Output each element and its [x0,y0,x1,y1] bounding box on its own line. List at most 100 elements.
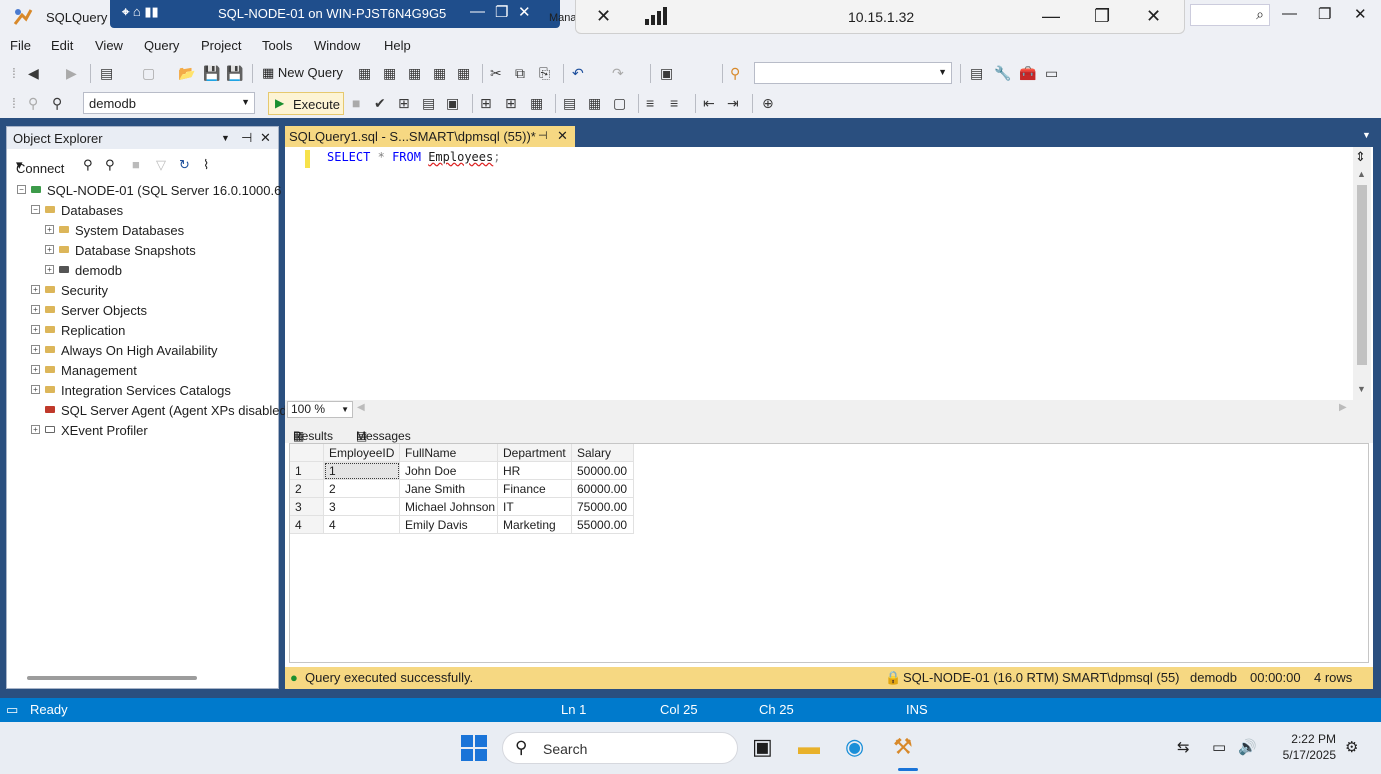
disconnect-icon[interactable]: ⚲ [105,157,115,173]
back-icon[interactable]: ◀ [28,65,39,82]
results-grid[interactable]: EmployeeID FullName Department Salary 1 1 John… [289,443,1369,663]
menu-file[interactable]: File [10,38,31,53]
pin-icon[interactable]: ⌖ ⌂ ▮▮ [122,4,159,20]
cancel-query-icon[interactable]: ■ [352,95,360,111]
taskbar-search[interactable]: ⚲ Search [502,732,738,764]
estimated-plan-icon[interactable]: ⊞ [398,95,410,112]
database-selector[interactable]: demodb ▼ [83,92,255,114]
grid-cell[interactable]: Emily Davis [400,516,498,534]
signal-strength-icon[interactable] [644,6,670,31]
grid-cell[interactable]: 4 [324,516,400,534]
query-editor-tab[interactable]: SQLQuery1.sql - S...SMART\dpmsql (55))* … [285,126,575,147]
database-engine-query-icon[interactable]: ▦ [358,65,371,82]
grid-cell[interactable]: HR [498,462,572,480]
menu-edit[interactable]: Edit [51,38,73,53]
uncomment-icon[interactable]: ≡ [670,95,678,111]
grid-cell[interactable]: 60000.00 [572,480,634,498]
sql-code-line[interactable]: SELECT * FROM Employees; [327,150,500,164]
command-window-icon[interactable]: ▭ [1045,65,1058,82]
xmla-query-icon[interactable]: ▦ [433,65,446,82]
scroll-up-icon[interactable]: ▲ [1357,169,1366,179]
horizontal-scrollbar[interactable] [27,676,197,680]
expand-icon[interactable]: + [31,365,40,374]
grid-cell[interactable]: Marketing [498,516,572,534]
expand-icon[interactable]: + [45,225,54,234]
grid-corner[interactable] [290,444,324,462]
close-icon[interactable]: ✕ [1354,5,1367,23]
system-clock[interactable]: 2:22 PM 5/17/2025 [1272,731,1336,763]
grid-cell[interactable]: 1 [324,462,400,480]
ssms-taskbar-icon[interactable]: ⚒ [893,734,913,760]
grid-cell[interactable]: Finance [498,480,572,498]
add-item-icon[interactable]: ▢ [142,65,155,82]
expand-icon[interactable]: + [45,245,54,254]
expand-icon[interactable]: + [31,305,40,314]
network-tray-icon[interactable]: ⇆ [1177,738,1190,756]
scroll-right-icon[interactable]: ▶ [1339,402,1347,413]
find-icon[interactable]: ⚲ [730,65,740,82]
column-header[interactable]: EmployeeID [324,444,400,462]
results-to-file-icon[interactable]: ▢ [613,95,626,112]
save-icon[interactable]: 💾 [203,65,220,82]
notifications-icon[interactable]: ⚙ [1345,738,1358,756]
dax-query-icon[interactable]: ▦ [457,65,470,82]
decrease-indent-icon[interactable]: ⇤ [703,95,715,112]
menu-project[interactable]: Project [201,38,241,53]
refresh-icon[interactable]: ↻ [179,157,190,173]
expand-icon[interactable]: + [45,265,54,274]
collapse-icon[interactable]: − [31,205,40,214]
scroll-down-icon[interactable]: ▼ [1357,384,1366,394]
open-file-icon[interactable]: 📂 [178,65,195,82]
menu-query[interactable]: Query [144,38,179,53]
find-dropdown[interactable]: ▼ [754,62,952,84]
new-project-icon[interactable]: ▤ [100,65,113,82]
pin-panel-icon[interactable]: ⊣ [241,130,252,146]
redo-icon[interactable]: ↷ [612,65,624,82]
grid-cell[interactable]: 2 [324,480,400,498]
close-panel-icon[interactable]: ✕ [260,130,271,146]
expand-icon[interactable]: + [31,285,40,294]
scroll-left-icon[interactable]: ◀ [357,402,365,413]
client-statistics-icon[interactable]: ▦ [530,95,543,112]
activity-monitor-icon[interactable]: ▣ [660,65,673,82]
row-number[interactable]: 4 [290,516,324,534]
menu-help[interactable]: Help [384,38,411,53]
grid-cell[interactable]: John Doe [400,462,498,480]
column-header[interactable]: Salary [572,444,634,462]
grid-cell[interactable]: 55000.00 [572,516,634,534]
display-icon[interactable]: ▭ [1212,738,1226,756]
restore-icon[interactable]: ❐ [1318,5,1331,23]
minimize-icon[interactable]: — [1282,5,1297,22]
mdx-query-icon[interactable]: ▦ [383,65,396,82]
copy-icon[interactable]: ⧉ [515,65,525,82]
edge-icon[interactable]: ◉ [845,734,864,760]
forward-icon[interactable]: ▶ [66,65,77,82]
expand-icon[interactable]: + [31,325,40,334]
close-tab-icon[interactable]: ✕ [557,128,568,144]
rdp-minimize-icon[interactable]: — [470,3,485,20]
editor-vertical-scrollbar[interactable]: ⇕ ▲ ▼ [1353,147,1371,400]
expand-icon[interactable]: + [31,425,40,434]
tab-list-icon[interactable]: ▼ [1362,130,1371,140]
connect-icon[interactable]: ⚲ [28,95,38,112]
menu-window[interactable]: Window [314,38,360,53]
column-header[interactable]: Department [498,444,572,462]
volume-icon[interactable]: 🔊 [1238,738,1257,756]
dmx-query-icon[interactable]: ▦ [408,65,421,82]
parse-icon[interactable]: ✔ [374,95,386,112]
menu-tools[interactable]: Tools [262,38,292,53]
collapse-icon[interactable]: − [17,185,26,194]
grid-cell[interactable]: Michael Johnson [400,498,498,516]
column-header[interactable]: FullName [400,444,498,462]
new-query-button[interactable]: ▦ New Query [262,65,343,81]
row-number[interactable]: 1 [290,462,324,480]
properties-icon[interactable]: 🔧 [994,65,1011,82]
include-actual-plan-icon[interactable]: ⊞ [480,95,492,112]
comment-icon[interactable]: ≡ [646,95,654,111]
row-number[interactable]: 2 [290,480,324,498]
scroll-thumb[interactable] [1357,185,1367,365]
intellisense-icon[interactable]: ▣ [446,95,459,112]
filter-icon[interactable]: ▽ [156,157,166,173]
undo-icon[interactable]: ↶ [572,65,584,82]
rdp-restore-icon[interactable]: ❐ [495,3,508,21]
